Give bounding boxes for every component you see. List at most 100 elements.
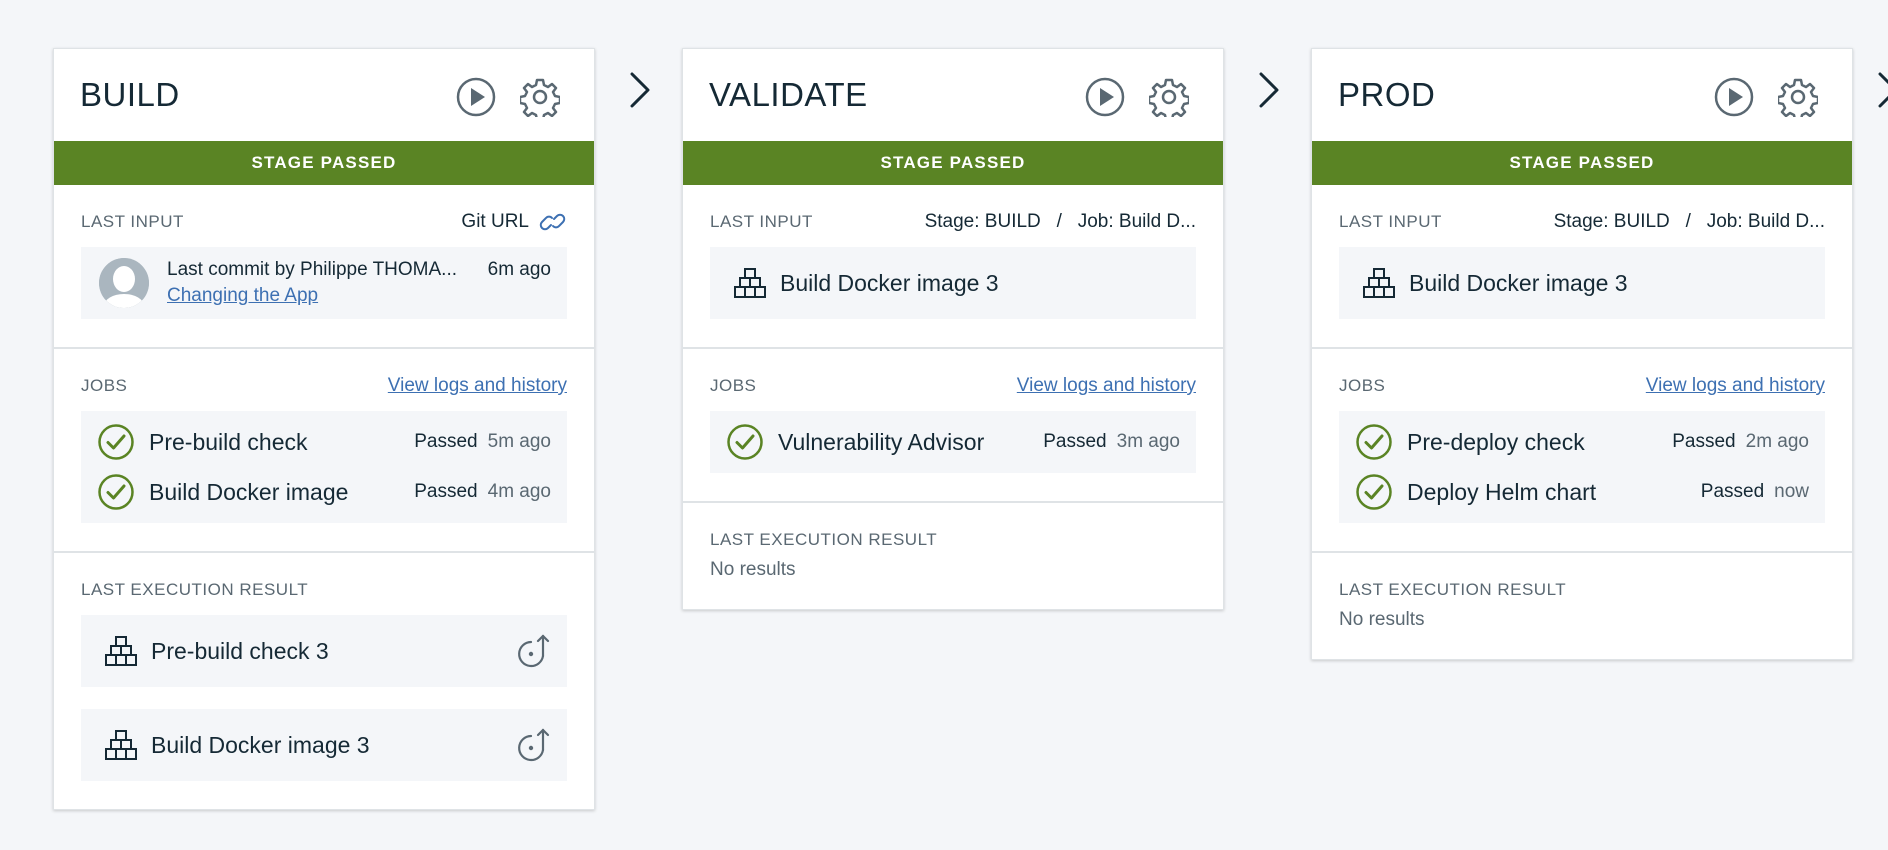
job-time: 5m ago (487, 431, 551, 452)
section-label: JOBS (1339, 376, 1386, 395)
section-label: LAST INPUT (1339, 212, 1442, 231)
jobs-section: JOBS View logs and history Pre-build che… (54, 349, 594, 553)
redeploy-icon[interactable] (517, 727, 553, 763)
play-icon (456, 77, 496, 117)
stage-settings-button[interactable] (520, 77, 560, 117)
job-status: Passed (1700, 481, 1765, 502)
last-execution-section: LAST EXECUTION RESULT No results (683, 503, 1223, 609)
redeploy-icon[interactable] (517, 633, 553, 669)
stage-card-prod: PROD STAGE PASSED LAST INPUT Stage: BUIL… (1311, 48, 1853, 660)
jobs-list: Pre-deploy check Passed 2m ago Deploy He… (1339, 411, 1825, 523)
stage-title: PROD (1338, 76, 1436, 113)
play-icon (1714, 77, 1754, 117)
input-reference: Stage: BUILD / Job: Build D... (924, 211, 1196, 232)
stage-header: PROD (1312, 49, 1852, 141)
job-row[interactable]: Vulnerability Advisor Passed 3m ago (726, 417, 1180, 467)
result-name: Pre-build check 3 (151, 637, 329, 664)
section-label: JOBS (81, 376, 128, 395)
stage-title: VALIDATE (709, 76, 868, 113)
section-label: JOBS (710, 376, 757, 395)
gear-icon (1778, 78, 1818, 117)
stage-status-banner: STAGE PASSED (1312, 141, 1852, 185)
jobs-list: Vulnerability Advisor Passed 3m ago (710, 411, 1196, 473)
chevron-right-icon (630, 72, 650, 108)
stage-settings-button[interactable] (1778, 77, 1818, 117)
stage-card-validate: VALIDATE STAGE PASSED LAST INPUT Stage: … (682, 48, 1224, 610)
stage-status-banner: STAGE PASSED (54, 141, 594, 185)
avatar (99, 258, 149, 308)
job-name: Vulnerability Advisor (778, 428, 985, 455)
job-time: now (1774, 481, 1809, 502)
input-reference: Stage: BUILD / Job: Build D... (1553, 211, 1825, 232)
commit-author: Last commit by Philippe THOMA... (167, 259, 458, 280)
run-stage-button[interactable] (456, 77, 496, 117)
job-row[interactable]: Pre-build check Passed 5m ago (97, 417, 551, 467)
check-circle-icon (1356, 474, 1392, 510)
input-item-name: Build Docker image 3 (780, 269, 999, 296)
execution-result-item[interactable]: Pre-build check 3 (81, 615, 567, 687)
job-name: Deploy Helm chart (1407, 478, 1597, 505)
execution-result-item[interactable]: Build Docker image 3 (81, 709, 567, 781)
section-label: LAST EXECUTION RESULT (1339, 580, 1567, 599)
job-row[interactable]: Build Docker image Passed 4m ago (97, 467, 551, 517)
job-status: Passed (1672, 431, 1736, 452)
job-time: 3m ago (1116, 431, 1180, 452)
view-logs-link[interactable]: View logs and history (388, 375, 567, 397)
section-label: LAST EXECUTION RESULT (81, 580, 309, 599)
section-label: LAST EXECUTION RESULT (710, 530, 938, 549)
stage-title: BUILD (80, 76, 180, 113)
view-logs-link[interactable]: View logs and history (1017, 375, 1196, 397)
stacked-boxes-icon (734, 268, 766, 298)
commit-message-link[interactable]: Changing the App (167, 285, 551, 307)
result-name: Build Docker image 3 (151, 731, 370, 758)
section-label: LAST INPUT (81, 212, 184, 231)
input-source-label: Git URL (461, 211, 529, 232)
commit-time: 6m ago (487, 259, 551, 280)
link-icon[interactable] (539, 211, 567, 233)
run-stage-button[interactable] (1085, 77, 1125, 117)
last-input-section: LAST INPUT Stage: BUILD / Job: Build D..… (683, 185, 1223, 349)
job-name: Pre-deploy check (1407, 428, 1585, 455)
section-label: LAST INPUT (710, 212, 813, 231)
last-input-item[interactable]: Build Docker image 3 (710, 247, 1196, 319)
view-logs-link[interactable]: View logs and history (1646, 375, 1825, 397)
job-row[interactable]: Pre-deploy check Passed 2m ago (1355, 417, 1809, 467)
input-source[interactable]: Git URL (461, 211, 567, 233)
jobs-section: JOBS View logs and history Pre-deploy ch… (1312, 349, 1852, 553)
no-results-text: No results (710, 559, 796, 580)
stage-settings-button[interactable] (1149, 77, 1189, 117)
check-circle-icon (727, 424, 763, 460)
stage-header: VALIDATE (683, 49, 1223, 141)
last-execution-section: LAST EXECUTION RESULT No results (1312, 553, 1852, 659)
last-execution-section: LAST EXECUTION RESULT Pre-build check 3 (54, 553, 594, 809)
stage-header: BUILD (54, 49, 594, 141)
jobs-list: Pre-build check Passed 5m ago Build Dock… (81, 411, 567, 523)
job-time: 2m ago (1745, 431, 1809, 452)
play-icon (1085, 77, 1125, 117)
check-circle-icon (98, 474, 134, 510)
last-input-section: LAST INPUT Stage: BUILD / Job: Build D..… (1312, 185, 1852, 349)
stacked-boxes-icon (105, 636, 137, 666)
job-status: Passed (414, 481, 478, 502)
run-stage-button[interactable] (1714, 77, 1754, 117)
job-row[interactable]: Deploy Helm chart Passed now (1355, 467, 1809, 517)
job-name: Pre-build check (149, 428, 308, 455)
job-status: Passed (414, 431, 478, 452)
chevron-right-icon (1878, 72, 1888, 108)
stacked-boxes-icon (105, 730, 137, 760)
jobs-section: JOBS View logs and history Vulnerability… (683, 349, 1223, 503)
job-name: Build Docker image (149, 478, 349, 505)
check-circle-icon (1356, 424, 1392, 460)
check-circle-icon (98, 424, 134, 460)
gear-icon (1149, 78, 1189, 117)
gear-icon (520, 78, 560, 117)
last-input-item[interactable]: Build Docker image 3 (1339, 247, 1825, 319)
input-item-name: Build Docker image 3 (1409, 269, 1628, 296)
job-status: Passed (1043, 431, 1107, 452)
stacked-boxes-icon (1363, 268, 1395, 298)
stage-status-banner: STAGE PASSED (683, 141, 1223, 185)
stage-card-build: BUILD STAGE PASSED LAST INPUT Git URL La… (53, 48, 595, 810)
job-time: 4m ago (487, 481, 551, 502)
last-commit-panel: Last commit by Philippe THOMA... 6m ago … (81, 247, 567, 319)
chevron-right-icon (1259, 72, 1279, 108)
